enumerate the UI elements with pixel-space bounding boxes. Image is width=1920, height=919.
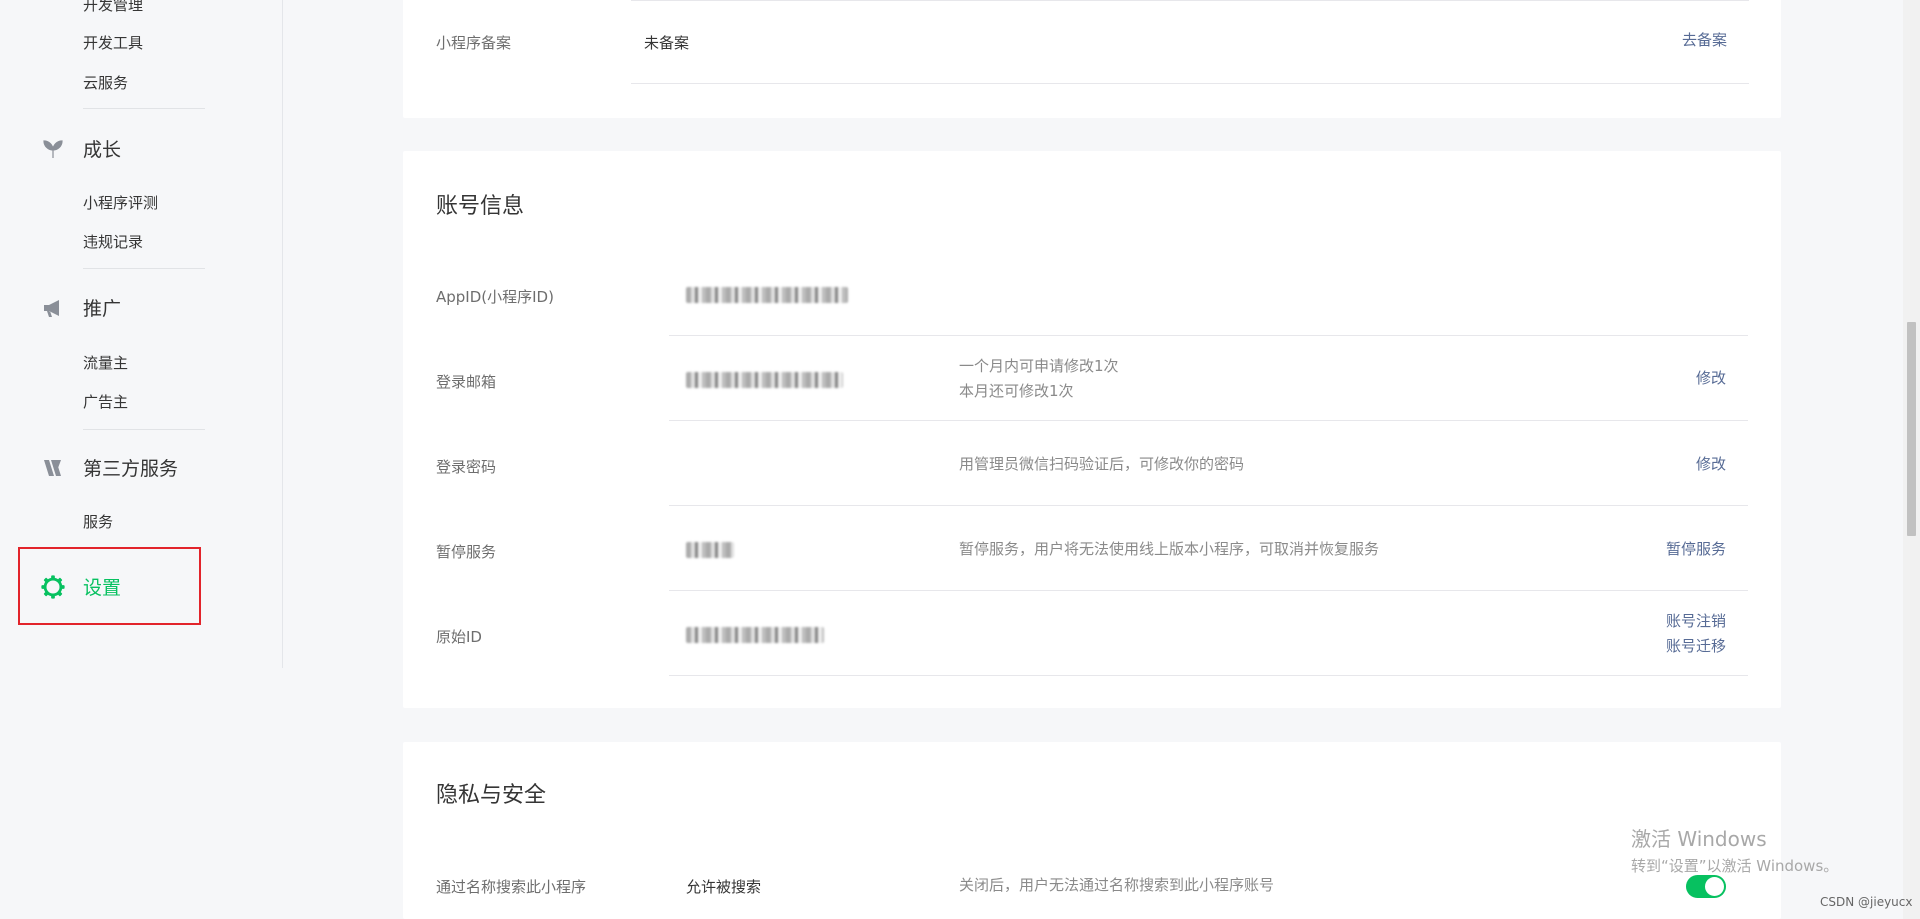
go-filing-link[interactable]: 去备案 [1682, 28, 1727, 53]
redacted-appid [686, 287, 848, 303]
original-id-actions: 账号注销 账号迁移 [1666, 609, 1726, 659]
sprout-icon [40, 136, 66, 162]
account-info-card: 账号信息 AppID(小程序ID) 登录邮箱 一个月内可申请修改1次 本月还可修… [403, 151, 1781, 708]
sidebar-section-label: 成长 [83, 139, 122, 161]
page-scrollbar[interactable] [1903, 0, 1920, 919]
search-by-name-label: 通过名称搜索此小程序 [436, 878, 587, 896]
toggle-knob [1705, 877, 1724, 896]
watermark-line2: 转到“设置”以激活 Windows。 [1631, 857, 1839, 875]
search-by-name-desc: 关闭后，用户无法通过名称搜索到此小程序账号 [959, 876, 1275, 894]
row-divider [631, 0, 1749, 1]
row-divider [669, 675, 1748, 676]
sidebar-divider [83, 108, 205, 109]
sidebar-divider [83, 268, 205, 269]
megaphone-icon [40, 295, 66, 321]
sidebar-section-promotion[interactable]: 推广 [40, 294, 121, 321]
original-id-label: 原始ID [436, 628, 482, 646]
redacted-email [686, 372, 843, 388]
row-suspend-service: 暂停服务 暂停服务，用户将无法使用线上版本小程序，可取消并恢复服务 暂停服务 [436, 506, 1748, 591]
redacted-suspend-status [686, 542, 734, 558]
login-email-label: 登录邮箱 [436, 373, 497, 391]
gear-icon [40, 574, 66, 600]
login-email-desc-line2: 本月还可修改1次 [959, 382, 1074, 400]
sidebar-item-violations[interactable]: 违规记录 [83, 231, 143, 252]
migrate-account-link[interactable]: 账号迁移 [1666, 634, 1726, 659]
csdn-credit: CSDN @jieyucx [1820, 895, 1913, 909]
row-divider [631, 83, 1749, 84]
sidebar-item-cloud-service[interactable]: 云服务 [83, 72, 128, 93]
filing-card: 小程序备案 未备案 去备案 [403, 0, 1781, 118]
scrollbar-thumb[interactable] [1907, 322, 1916, 536]
sidebar-item-dev-management[interactable]: 开发管理 [83, 0, 143, 15]
login-password-desc: 用管理员微信扫码验证后，可修改你的密码 [959, 455, 1245, 473]
privacy-security-title: 隐私与安全 [436, 783, 547, 808]
suspend-service-label: 暂停服务 [436, 543, 497, 561]
privacy-security-card: 隐私与安全 通过名称搜索此小程序 允许被搜索 关闭后，用户无法通过名称搜索到此小… [403, 742, 1781, 919]
filing-label: 小程序备案 [436, 34, 512, 52]
sidebar-item-service[interactable]: 服务 [83, 511, 113, 532]
third-party-icon [40, 455, 66, 481]
login-email-desc-line1: 一个月内可申请修改1次 [959, 357, 1119, 375]
sidebar-item-advertiser[interactable]: 广告主 [83, 391, 128, 412]
suspend-service-desc: 暂停服务，用户将无法使用线上版本小程序，可取消并恢复服务 [959, 540, 1380, 558]
row-login-password: 登录密码 用管理员微信扫码验证后，可修改你的密码 修改 [436, 421, 1748, 506]
search-by-name-value: 允许被搜索 [686, 878, 762, 896]
sidebar-item-evaluation[interactable]: 小程序评测 [83, 192, 158, 213]
login-password-label: 登录密码 [436, 458, 497, 476]
modify-password-link[interactable]: 修改 [1696, 452, 1726, 477]
filing-value: 未备案 [644, 34, 690, 52]
watermark-line1: 激活 Windows [1631, 827, 1767, 851]
row-original-id: 原始ID 账号注销 账号迁移 [436, 591, 1748, 676]
sidebar-settings-label: 设置 [83, 577, 122, 599]
redacted-original-id [686, 627, 824, 643]
sidebar-section-label: 第三方服务 [83, 458, 179, 480]
account-info-title: 账号信息 [436, 194, 525, 219]
windows-activation-watermark: 激活 Windows 转到“设置”以激活 Windows。 [1631, 823, 1838, 876]
sidebar-item-settings[interactable]: 设置 [40, 573, 121, 600]
appid-label: AppID(小程序ID) [436, 288, 554, 306]
cancel-account-link[interactable]: 账号注销 [1666, 609, 1726, 634]
modify-email-link[interactable]: 修改 [1696, 366, 1726, 391]
sidebar-section-third-party[interactable]: 第三方服务 [40, 454, 178, 481]
sidebar-section-label: 推广 [83, 298, 122, 320]
suspend-service-link[interactable]: 暂停服务 [1666, 537, 1726, 562]
sidebar-section-growth[interactable]: 成长 [40, 135, 121, 162]
sidebar-divider [83, 429, 205, 430]
login-email-desc: 一个月内可申请修改1次 本月还可修改1次 [959, 354, 1119, 404]
row-login-email: 登录邮箱 一个月内可申请修改1次 本月还可修改1次 修改 [436, 336, 1748, 421]
allow-search-toggle[interactable] [1686, 875, 1726, 898]
row-search-by-name: 通过名称搜索此小程序 允许被搜索 关闭后，用户无法通过名称搜索到此小程序账号 [436, 850, 1748, 910]
sidebar-item-traffic-owner[interactable]: 流量主 [83, 352, 128, 373]
sidebar-item-dev-tools[interactable]: 开发工具 [83, 32, 143, 53]
row-appid: AppID(小程序ID) [436, 266, 1748, 336]
